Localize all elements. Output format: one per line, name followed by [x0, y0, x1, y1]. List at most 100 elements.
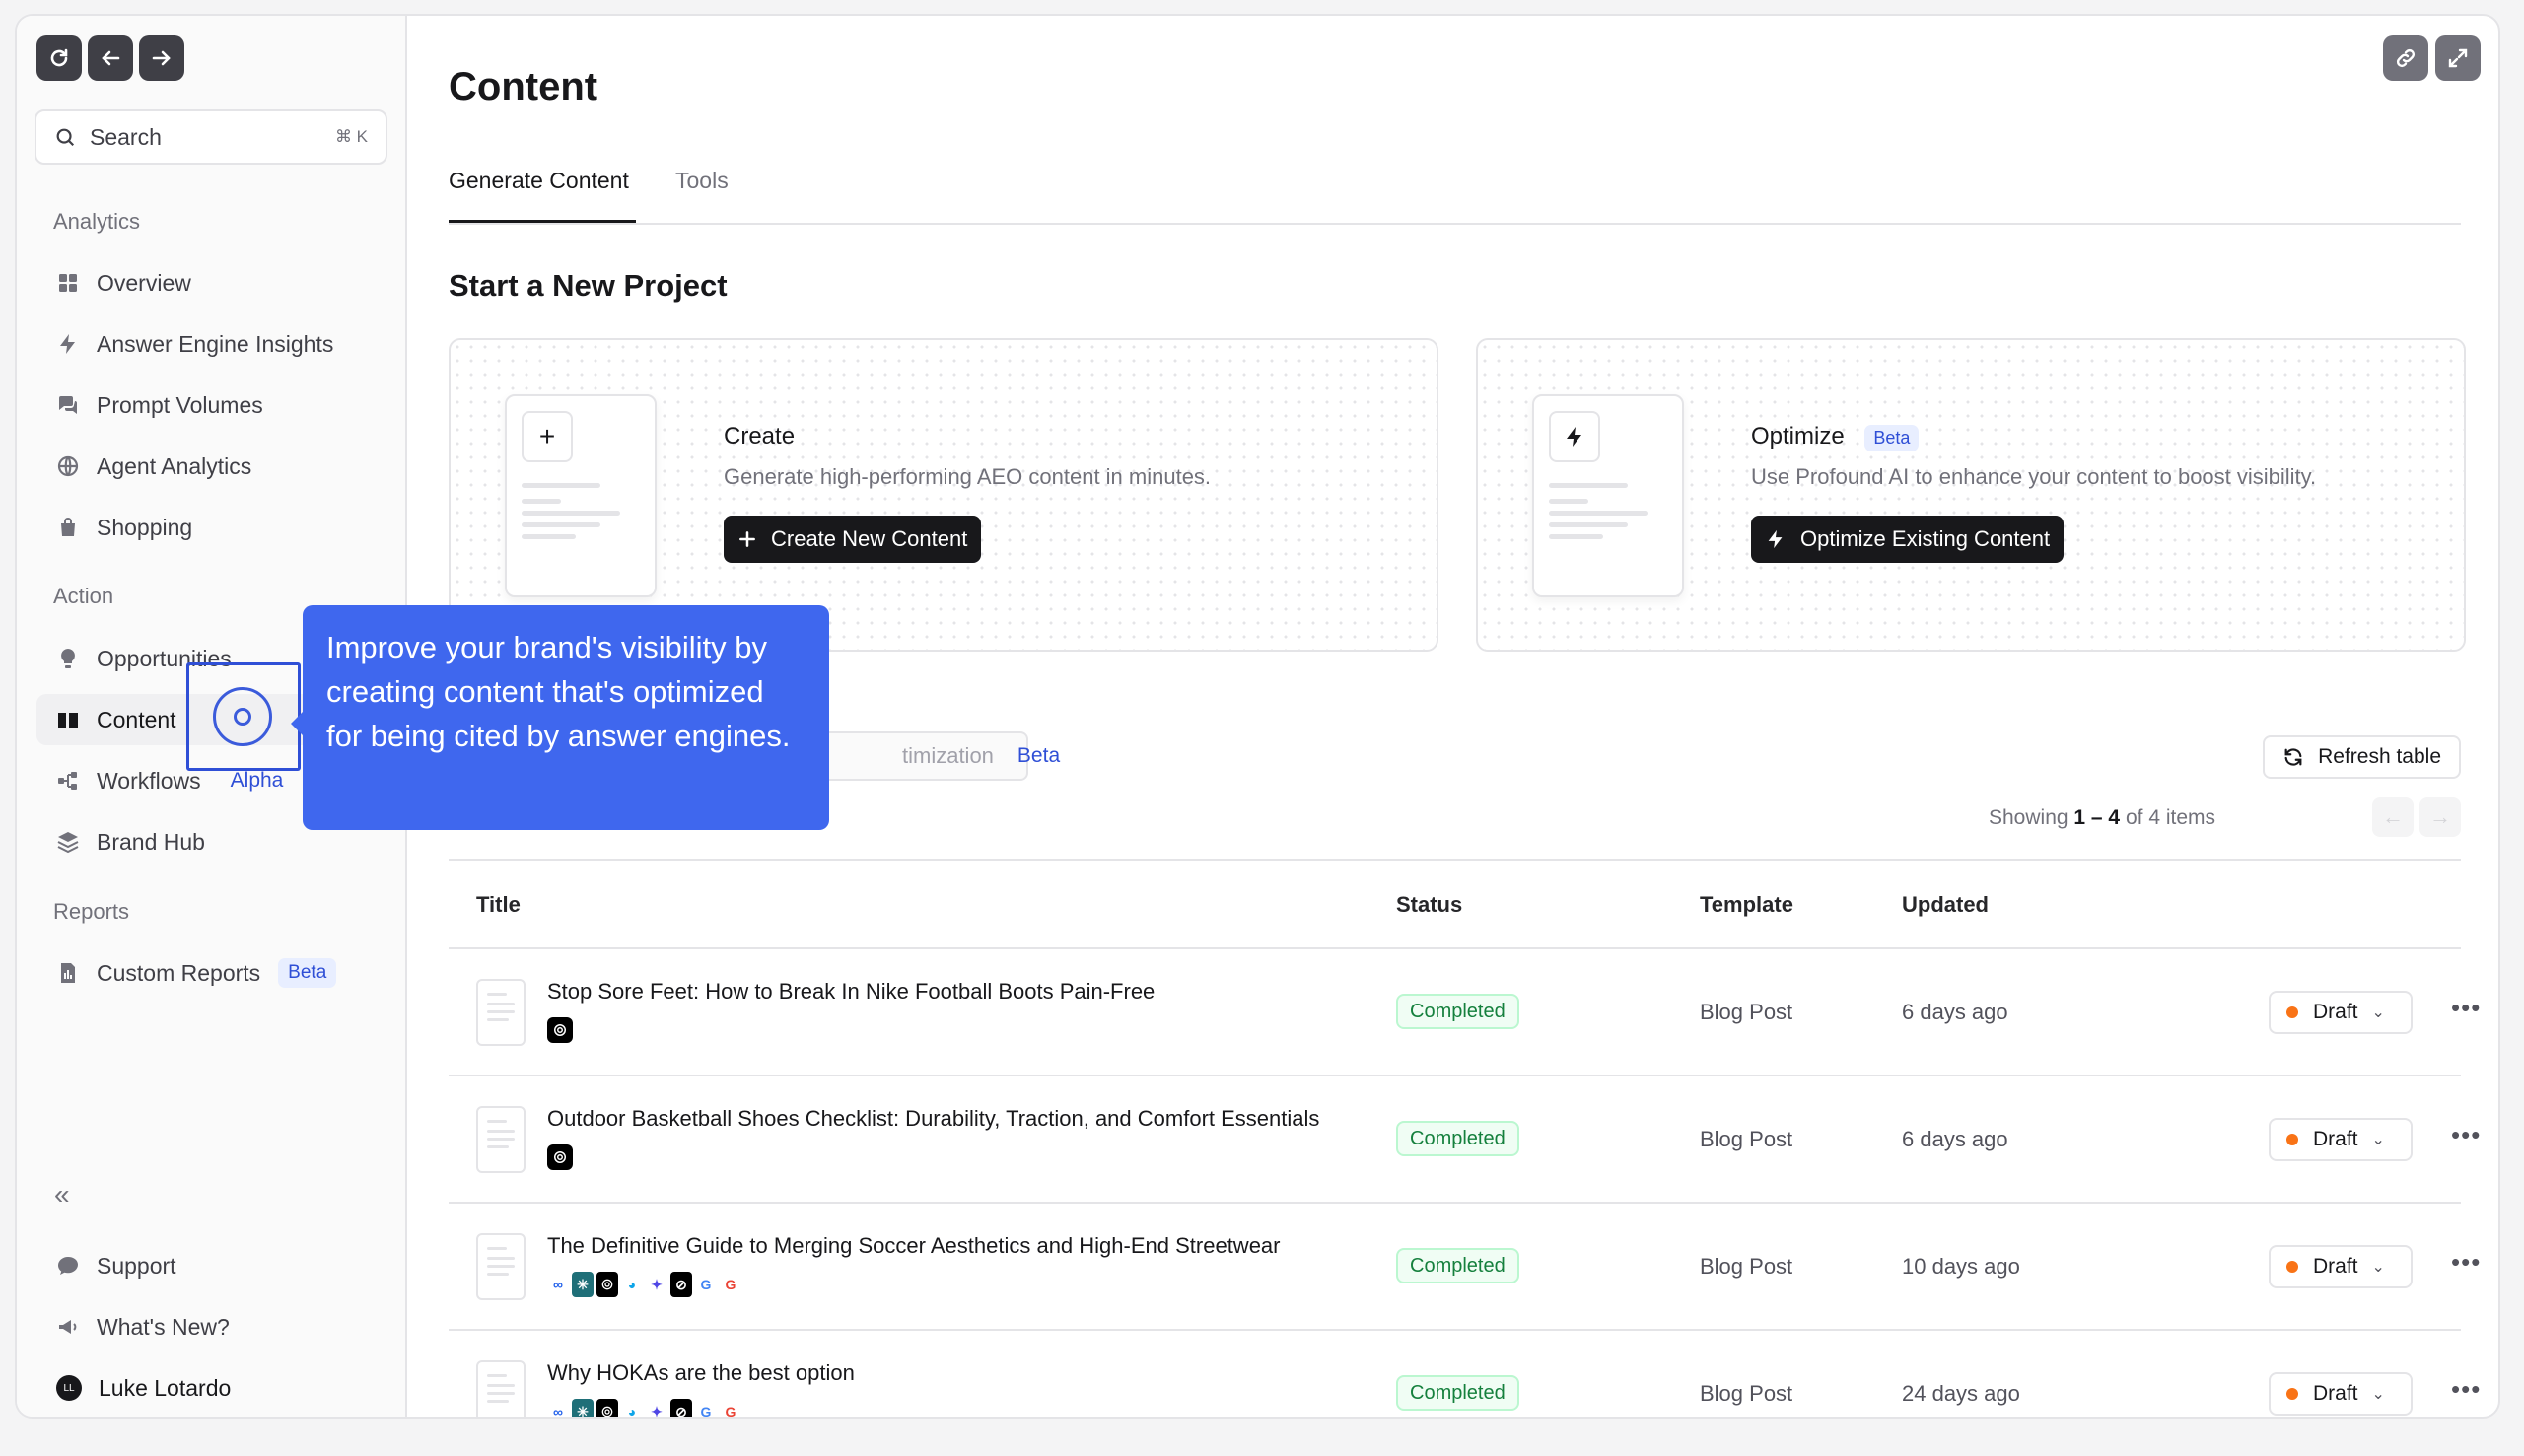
draft-status-dot	[2286, 1134, 2298, 1145]
sidebar-item-answer-engine-insights[interactable]: Answer Engine Insights	[36, 318, 387, 370]
section-heading: Start a New Project	[449, 268, 728, 303]
arrow-left-icon	[102, 50, 120, 66]
optimize-card: Optimize Beta Use Profound AI to enhance…	[1476, 338, 2466, 652]
sidebar-item-label: Custom Reports	[97, 959, 261, 986]
filter-optimization-chip[interactable]: timization Beta	[804, 731, 1060, 781]
status-badge: Completed	[1396, 1375, 1519, 1411]
active-tab-indicator	[449, 220, 636, 223]
more-options-icon[interactable]: •••	[2451, 1247, 2481, 1278]
optimize-card-title: Optimize Beta	[1751, 423, 1920, 451]
gemini-icon: ✦	[651, 1276, 663, 1292]
sidebar-item-custom-reports[interactable]: Custom Reports Beta	[36, 947, 387, 999]
sidebar-item-overview[interactable]: Overview	[36, 257, 387, 309]
sidebar-item-label: Content	[97, 706, 176, 732]
support-label: Support	[97, 1252, 176, 1279]
forward-button[interactable]	[139, 35, 184, 81]
search-shortcut: ⌘ K	[334, 127, 368, 146]
tab-generate-content[interactable]: Generate Content	[449, 168, 629, 194]
draft-label: Draft	[2313, 1001, 2358, 1023]
refresh-label: Refresh table	[2318, 745, 2441, 768]
row-title[interactable]: The Definitive Guide to Merging Soccer A…	[547, 1233, 1281, 1259]
copilot-icon: ◕	[627, 1404, 637, 1419]
row-title[interactable]: Outdoor Basketball Shoes Checklist: Dura…	[547, 1106, 1319, 1132]
status-badge: Completed	[1396, 1248, 1519, 1283]
column-updated[interactable]: Updated	[1902, 892, 1989, 918]
button-label: Optimize Existing Content	[1800, 526, 2051, 551]
table-row[interactable]: The Definitive Guide to Merging Soccer A…	[449, 1204, 2480, 1331]
user-menu[interactable]: LL Luke Lotardo	[36, 1362, 387, 1414]
sidebar-item-label: Agent Analytics	[97, 452, 252, 479]
column-status[interactable]: Status	[1396, 892, 1462, 918]
chevron-down-icon: ⌄	[2371, 1132, 2385, 1148]
copy-link-button[interactable]	[2383, 35, 2428, 81]
row-updated: 10 days ago	[1902, 1254, 2020, 1279]
grok-icon: ⊘	[670, 1399, 692, 1417]
book-icon	[58, 713, 78, 728]
engine-icons: ∞ ✳ ◕ ✦ ⊘ G G	[547, 1399, 741, 1419]
reload-button[interactable]	[36, 35, 82, 81]
sidebar-item-support[interactable]: Support	[36, 1240, 387, 1291]
globe-icon	[57, 455, 79, 477]
openai-icon	[596, 1399, 618, 1417]
sidebar-item-prompt-volumes[interactable]: Prompt Volumes	[36, 380, 387, 431]
bolt-icon	[60, 334, 75, 354]
showing-prefix: Showing	[1989, 806, 2068, 829]
more-options-icon[interactable]: •••	[2451, 1120, 2481, 1150]
document-illustration	[1532, 394, 1684, 597]
create-card-description: Generate high-performing AEO content in …	[724, 464, 1212, 489]
engine-icons: ∞ ✳ ◕ ✦ ⊘ G G	[547, 1272, 741, 1297]
document-thumbnail	[476, 1233, 526, 1300]
sidebar-item-whats-new[interactable]: What's New?	[36, 1301, 387, 1352]
expand-button[interactable]	[2435, 35, 2481, 81]
draft-dropdown[interactable]: Draft ⌄	[2269, 1118, 2413, 1161]
tab-bar: Generate Content Tools	[449, 154, 2461, 225]
bolt-icon	[1549, 411, 1600, 462]
table-row[interactable]: Why HOKAs are the best option ∞ ✳ ◕ ✦ ⊘ …	[449, 1331, 2480, 1419]
tab-tools[interactable]: Tools	[675, 168, 729, 194]
document-thumbnail	[476, 1360, 526, 1417]
draft-label: Draft	[2313, 1128, 2358, 1150]
draft-dropdown[interactable]: Draft ⌄	[2269, 1245, 2413, 1288]
chevron-down-icon: ⌄	[2371, 1259, 2385, 1276]
support-icon	[58, 1257, 78, 1275]
grid-icon	[59, 274, 77, 292]
google-icon: G	[700, 1404, 712, 1419]
row-updated: 24 days ago	[1902, 1381, 2020, 1406]
column-title[interactable]: Title	[476, 892, 521, 918]
row-template: Blog Post	[1700, 1127, 1793, 1151]
search-icon	[56, 128, 75, 147]
sidebar-item-agent-analytics[interactable]: Agent Analytics	[36, 441, 387, 492]
arrow-right-icon	[152, 50, 171, 66]
collapse-sidebar-button[interactable]: «	[54, 1179, 70, 1211]
engine-icons	[547, 1144, 573, 1170]
more-options-icon[interactable]: •••	[2451, 993, 2481, 1023]
sidebar-item-shopping[interactable]: Shopping	[36, 502, 387, 553]
back-button[interactable]	[88, 35, 133, 81]
draft-dropdown[interactable]: Draft ⌄	[2269, 1372, 2413, 1416]
more-options-icon[interactable]: •••	[2451, 1374, 2481, 1405]
row-title[interactable]: Why HOKAs are the best option	[547, 1360, 855, 1386]
optimize-title-text: Optimize	[1751, 423, 1845, 450]
workflow-icon	[58, 772, 77, 790]
row-template: Blog Post	[1700, 1254, 1793, 1279]
page-title: Content	[449, 65, 598, 108]
table-row[interactable]: Stop Sore Feet: How to Break In Nike Foo…	[449, 949, 2480, 1076]
create-new-content-button[interactable]: Create New Content	[724, 516, 982, 563]
beta-badge: Beta	[1017, 744, 1061, 767]
tour-hotspot[interactable]	[213, 687, 272, 746]
refresh-table-button[interactable]: Refresh table	[2263, 735, 2461, 779]
table-row[interactable]: Outdoor Basketball Shoes Checklist: Dura…	[449, 1076, 2480, 1204]
optimize-existing-content-button[interactable]: Optimize Existing Content	[1751, 516, 2065, 563]
row-template: Blog Post	[1700, 1381, 1793, 1406]
content-table: Title Status Template Updated Stop Sore …	[449, 859, 2480, 1419]
draft-dropdown[interactable]: Draft ⌄	[2269, 991, 2413, 1034]
user-name: Luke Lotardo	[99, 1374, 232, 1401]
perplexity-icon: ✳	[572, 1272, 594, 1297]
column-template[interactable]: Template	[1700, 892, 1793, 918]
prev-page-button[interactable]: ←	[2372, 797, 2414, 837]
row-title[interactable]: Stop Sore Feet: How to Break In Nike Foo…	[547, 979, 1155, 1005]
next-page-button[interactable]: →	[2419, 797, 2461, 837]
avatar: LL	[56, 1375, 82, 1401]
draft-label: Draft	[2313, 1382, 2358, 1405]
search-input[interactable]: Search ⌘ K	[35, 109, 387, 165]
